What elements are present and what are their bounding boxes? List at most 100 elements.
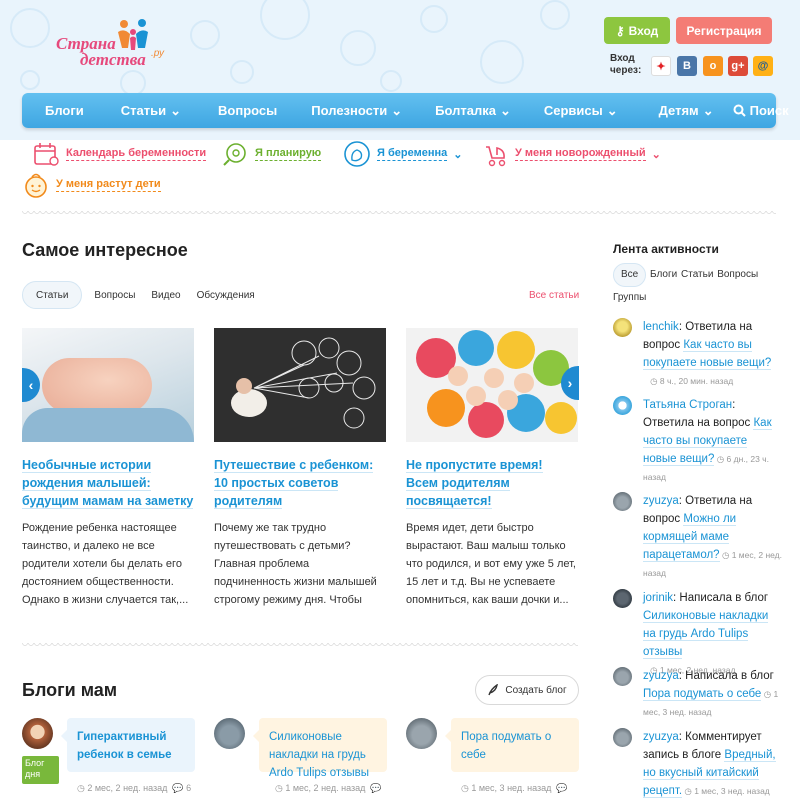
article-card[interactable]: Путешествие с ребенком: 10 простых совет… xyxy=(214,328,386,609)
nav-item-articles[interactable]: Статьи ⌄ xyxy=(121,103,181,119)
blog-post-meta: ◷ 1 мес, 3 нед. назад 💬 xyxy=(461,783,568,794)
subnav-pregnant[interactable]: Я беременна ⌄ xyxy=(343,140,462,168)
login-via-label: Вход через: xyxy=(610,53,642,76)
clock-icon: ◷ xyxy=(761,689,772,699)
register-button[interactable]: Регистрация xyxy=(676,17,772,44)
blog-of-day-badge: Блог дня xyxy=(22,756,59,784)
activity-tab-questions[interactable]: Вопросы xyxy=(717,264,758,286)
clock-icon: ◷ xyxy=(275,783,286,793)
logo-text-line2: детства xyxy=(80,50,146,69)
blog-post-comments: 6 xyxy=(186,783,192,793)
subnav-label: Я беременна xyxy=(377,147,448,161)
activity-tab-groups[interactable]: Группы xyxy=(613,287,646,309)
blog-post-bubble: Гиперактивный ребенок в семье xyxy=(61,718,195,772)
activity-action: : Написала в блог xyxy=(673,592,769,604)
chevron-down-icon: ⌄ xyxy=(499,102,511,118)
chevron-down-icon: ⌄ xyxy=(651,148,661,161)
main-nav: Блоги Статьи ⌄ Вопросы Полезности ⌄ Болтал… xyxy=(22,93,789,128)
featured-tabs: Статьи Вопросы Видео Обсуждения xyxy=(22,281,263,309)
article-title: Путешествие с ребенком: 10 простых совет… xyxy=(214,458,374,509)
avatar xyxy=(613,492,632,511)
activity-user[interactable]: lenchik xyxy=(643,321,679,333)
article-image-kids-circle xyxy=(406,328,578,442)
avatar xyxy=(406,718,437,749)
nav-item-blogs[interactable]: Блоги xyxy=(45,103,84,118)
vk-icon[interactable]: В xyxy=(677,56,697,76)
odnoklassniki-icon[interactable]: ✦ xyxy=(651,56,671,76)
avatar xyxy=(613,728,632,747)
tab-questions[interactable]: Вопросы xyxy=(86,281,143,309)
activity-tab-articles[interactable]: Статьи xyxy=(681,264,713,286)
planning-icon xyxy=(223,143,246,166)
nav-label: Вопросы xyxy=(218,103,278,118)
article-image-chalkboard xyxy=(214,328,386,442)
nav-label: Детям xyxy=(658,103,699,118)
subnav-label: У меня новорожденный xyxy=(515,147,646,161)
subnav-label: Я планирую xyxy=(255,147,322,161)
tab-video[interactable]: Видео xyxy=(143,281,188,309)
article-title: Не пропустите время! Всем родителям посв… xyxy=(406,458,543,509)
ok-icon[interactable]: о xyxy=(703,56,723,76)
calendar-icon xyxy=(34,143,59,166)
create-blog-label: Создать блог xyxy=(505,684,567,696)
activity-target[interactable]: Пора подумать о себе xyxy=(643,688,762,701)
blog-post-bubble: Пора подумать о себе xyxy=(445,718,579,772)
article-card[interactable]: Необычные истории рождения малышей: буду… xyxy=(22,328,194,609)
divider xyxy=(22,643,578,647)
nav-label: Болталка xyxy=(435,103,496,118)
all-articles-link[interactable]: Все статьи xyxy=(529,290,579,301)
activity-user[interactable]: zyuzya xyxy=(643,495,679,507)
chevron-down-icon: ⌄ xyxy=(606,102,618,118)
chevron-down-icon: ⌄ xyxy=(453,148,463,161)
subnav-planning[interactable]: Я планирую xyxy=(221,140,322,168)
divider xyxy=(22,211,776,215)
subnav-growing-kids[interactable]: У меня растут дети xyxy=(22,171,161,199)
avatar xyxy=(22,718,53,749)
login-button[interactable]: ⚷ Вход xyxy=(604,17,670,44)
avatar xyxy=(613,318,632,337)
nav-label: Статьи xyxy=(120,103,167,118)
activity-time: 1 мес, 3 нед. назад xyxy=(691,786,770,796)
google-plus-icon[interactable]: g+ xyxy=(728,56,748,76)
subnav-label: У меня растут дети xyxy=(56,178,161,192)
nav-item-chat[interactable]: Болталка ⌄ xyxy=(435,103,511,119)
activity-user[interactable]: zyuzya xyxy=(643,731,679,743)
subnav-pregnancy-calendar[interactable]: Календарь беременности xyxy=(32,140,207,168)
activity-target[interactable]: Силиконовые накладки на грудь Ardo Tulip… xyxy=(643,610,769,659)
site-logo[interactable]: Страна детства .ру xyxy=(54,18,174,74)
search-icon xyxy=(733,104,746,117)
tab-discussions[interactable]: Обсуждения xyxy=(189,281,263,309)
clock-icon: ◷ xyxy=(682,786,692,796)
blog-post-time: 1 мес, 3 нед. назад xyxy=(471,783,552,793)
avatar xyxy=(613,667,632,686)
create-blog-button[interactable]: Создать блог xyxy=(475,675,579,705)
activity-title: Лента активности xyxy=(613,242,719,256)
activity-tab-all[interactable]: Все xyxy=(613,263,647,287)
nav-item-useful[interactable]: Полезности ⌄ xyxy=(311,103,402,119)
mailru-icon[interactable]: @ xyxy=(753,56,773,76)
chevron-down-icon: ⌄ xyxy=(170,102,182,118)
avatar xyxy=(613,589,632,608)
activity-time: 8 ч., 20 мин. назад xyxy=(657,376,734,386)
nav-item-questions[interactable]: Вопросы xyxy=(218,103,277,118)
clock-icon: ◷ xyxy=(643,376,658,386)
article-card[interactable]: Не пропустите время! Всем родителям посв… xyxy=(406,328,578,609)
blog-post-title: Пора подумать о себе xyxy=(461,731,552,761)
subnav-newborn[interactable]: У меня новорожденный ⌄ xyxy=(481,140,661,168)
activity-user[interactable]: zyuzya xyxy=(643,670,679,682)
activity-user[interactable]: Татьяна Строган xyxy=(643,399,732,411)
blog-post-title: Гиперактивный ребенок в семье xyxy=(77,731,172,761)
chevron-down-icon: ⌄ xyxy=(702,102,714,118)
nav-label: Поиск xyxy=(749,103,789,118)
activity-user[interactable]: jorinik xyxy=(643,592,673,604)
nav-item-services[interactable]: Сервисы ⌄ xyxy=(544,103,618,119)
chevron-right-icon: › xyxy=(567,375,573,391)
nav-item-search[interactable]: Поиск xyxy=(733,103,789,118)
activity-tab-blogs[interactable]: Блоги xyxy=(650,264,677,286)
nav-item-kids[interactable]: Детям ⌄ xyxy=(659,103,714,119)
subnav-label: Календарь беременности xyxy=(66,147,207,161)
tab-articles[interactable]: Статьи xyxy=(22,281,83,309)
comment-icon: 💬 xyxy=(367,783,382,793)
blogs-title: Блоги мам xyxy=(22,680,118,700)
nav-label: Блоги xyxy=(45,103,84,118)
